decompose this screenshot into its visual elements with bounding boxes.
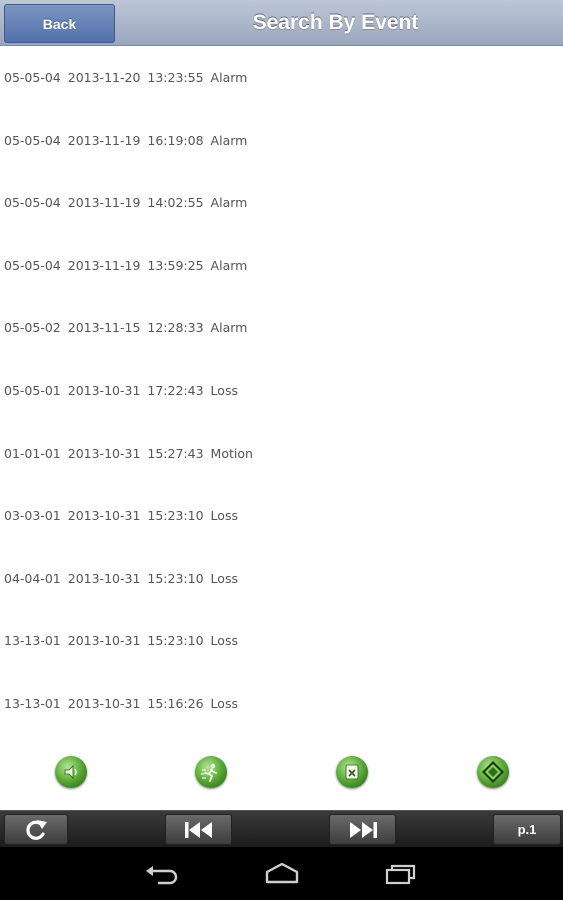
- skip-previous-icon: [184, 821, 212, 838]
- event-type: Loss: [210, 570, 238, 586]
- event-channel: 05-05-04: [4, 257, 61, 273]
- next-page-button[interactable]: [329, 814, 396, 845]
- event-time: 15:27:43: [147, 445, 204, 461]
- event-time: 14:02:55: [147, 195, 204, 211]
- motion-icon[interactable]: [195, 756, 227, 788]
- event-channel: 05-05-02: [4, 320, 61, 336]
- event-channel: 05-05-04: [4, 132, 61, 148]
- event-time: 15:23:10: [147, 508, 204, 524]
- event-row[interactable]: 05-05-04 2013-11-19 16:19:08 Alarm: [0, 109, 563, 172]
- event-type: Alarm: [210, 132, 248, 148]
- event-time: 12:28:33: [147, 320, 204, 336]
- event-date: 2013-10-31: [67, 570, 141, 586]
- nav-recents-icon[interactable]: [384, 861, 418, 885]
- page-indicator: p.1: [493, 814, 561, 845]
- event-list: 05-05-04 2013-11-20 13:23:55 Alarm 05-05-04…: [0, 46, 563, 735]
- event-row[interactable]: 13-13-01 2013-10-31 15:23:10 Loss: [0, 609, 563, 672]
- event-channel: 04-04-01: [4, 570, 61, 586]
- event-type: Loss: [210, 508, 238, 524]
- event-type: Alarm: [210, 70, 248, 85]
- event-channel: 13-13-01: [4, 633, 61, 649]
- event-channel: 05-05-01: [4, 382, 61, 398]
- event-date: 2013-10-31: [67, 633, 141, 649]
- event-date: 2013-11-19: [67, 132, 141, 148]
- event-channel: 05-05-04: [4, 70, 61, 85]
- skip-next-icon: [349, 821, 377, 838]
- event-time: 15:16:26: [147, 695, 204, 711]
- event-type: Loss: [210, 695, 238, 711]
- event-channel: 13-13-01: [4, 695, 61, 711]
- event-time: 17:22:43: [147, 382, 204, 398]
- event-type: Alarm: [210, 195, 248, 211]
- event-date: 2013-11-19: [67, 257, 141, 273]
- event-type: Motion: [210, 445, 253, 461]
- video-loss-icon[interactable]: [336, 756, 368, 788]
- event-row[interactable]: 05-05-02 2013-11-15 12:28:33 Alarm: [0, 296, 563, 359]
- event-type: Alarm: [210, 320, 248, 336]
- event-row[interactable]: 05-05-04 2013-11-20 13:23:55 Alarm: [0, 46, 563, 109]
- event-date: 2013-10-31: [67, 695, 141, 711]
- nav-home-icon[interactable]: [263, 861, 301, 885]
- event-filter-bar: [0, 756, 563, 790]
- event-type: Loss: [210, 382, 238, 398]
- event-row[interactable]: 13-13-01 2013-10-31 15:16:26 Loss: [0, 672, 563, 735]
- header-bar: Back Search By Event: [0, 0, 563, 46]
- previous-page-button[interactable]: [165, 814, 232, 845]
- event-type: Loss: [210, 633, 238, 649]
- speaker-icon[interactable]: [55, 756, 87, 788]
- alarm-sensor-icon[interactable]: [477, 756, 509, 788]
- back-button[interactable]: Back: [4, 4, 115, 43]
- event-channel: 03-03-01: [4, 508, 61, 524]
- event-time: 13:23:55: [147, 70, 204, 85]
- event-date: 2013-11-20: [67, 70, 141, 85]
- event-time: 16:19:08: [147, 132, 204, 148]
- event-date: 2013-11-15: [67, 320, 141, 336]
- refresh-button[interactable]: [4, 814, 68, 845]
- nav-back-icon[interactable]: [144, 861, 180, 885]
- event-time: 15:23:10: [147, 633, 204, 649]
- event-row[interactable]: 05-05-04 2013-11-19 14:02:55 Alarm: [0, 171, 563, 234]
- event-date: 2013-10-31: [67, 382, 141, 398]
- event-type: Alarm: [210, 257, 248, 273]
- event-date: 2013-11-19: [67, 195, 141, 211]
- event-row[interactable]: 03-03-01 2013-10-31 15:23:10 Loss: [0, 484, 563, 547]
- event-channel: 05-05-04: [4, 195, 61, 211]
- event-channel: 01-01-01: [4, 445, 61, 461]
- refresh-icon: [26, 819, 47, 840]
- event-row[interactable]: 05-05-01 2013-10-31 17:22:43 Loss: [0, 359, 563, 422]
- event-row[interactable]: 01-01-01 2013-10-31 15:27:43 Motion: [0, 422, 563, 485]
- event-row[interactable]: 04-04-01 2013-10-31 15:23:10 Loss: [0, 547, 563, 610]
- event-time: 13:59:25: [147, 257, 204, 273]
- event-time: 15:23:10: [147, 570, 204, 586]
- event-row[interactable]: 05-05-04 2013-11-19 13:59:25 Alarm: [0, 234, 563, 297]
- system-nav-bar: [0, 847, 563, 900]
- playback-toolbar: p.1: [0, 810, 563, 847]
- event-date: 2013-10-31: [67, 445, 141, 461]
- page-title: Search By Event: [252, 11, 419, 34]
- event-date: 2013-10-31: [67, 508, 141, 524]
